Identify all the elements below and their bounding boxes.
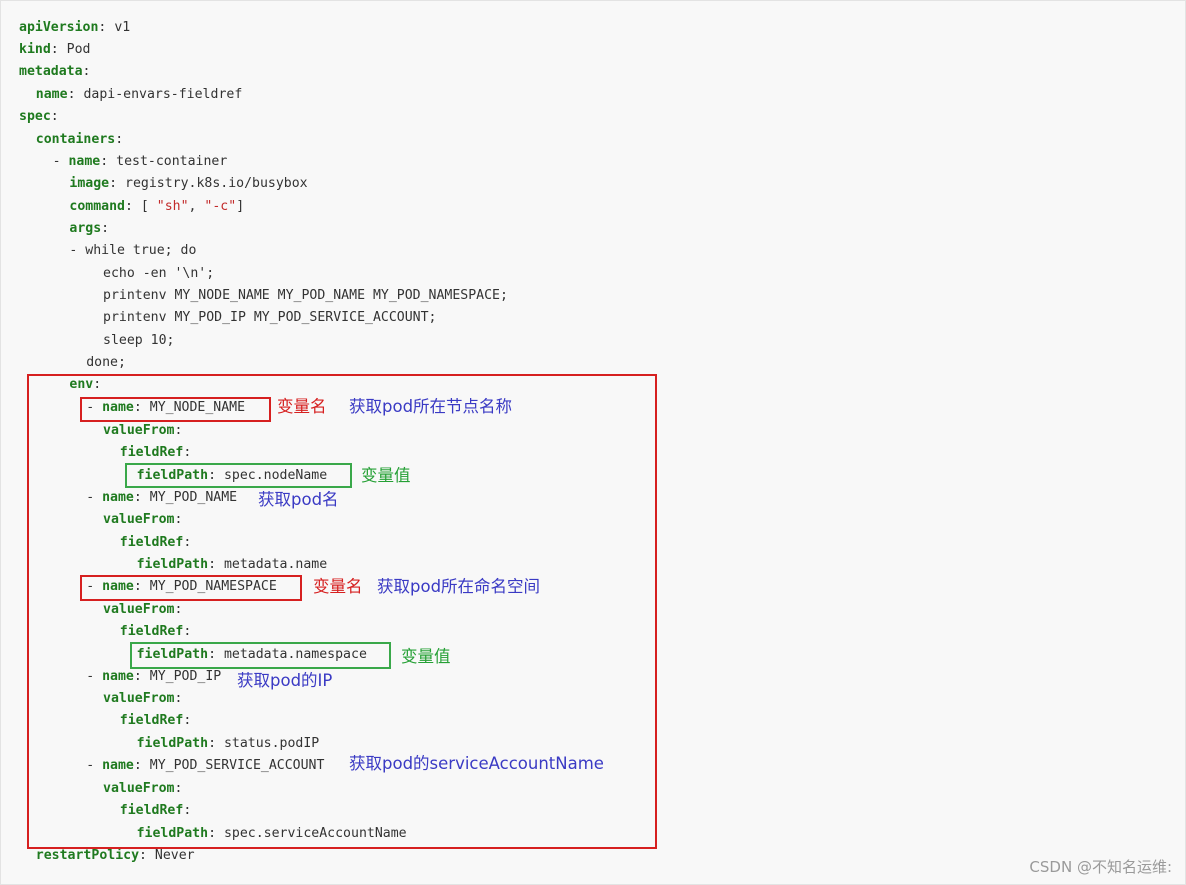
- code-line: sleep 10;: [103, 332, 174, 350]
- annotation-node-name-desc: 获取pod所在节点名称: [349, 397, 513, 416]
- code-line: printenv MY_POD_IP MY_POD_SERVICE_ACCOUN…: [103, 309, 436, 327]
- yaml-key: spec: [19, 109, 51, 124]
- yaml-key: args: [69, 221, 102, 236]
- yaml-key: name: [35, 87, 68, 102]
- yaml-colon: :: [139, 848, 147, 863]
- annotation-pod-ip-desc: 获取pod的IP: [237, 671, 333, 690]
- yaml-key: kind: [19, 42, 51, 57]
- yaml-key: restartPolicy: [35, 848, 140, 863]
- annotation-pod-name-desc: 获取pod名: [258, 490, 339, 509]
- code-line: spec:: [19, 108, 59, 126]
- code-line: - name: test-container: [53, 153, 228, 171]
- yaml-key: name: [68, 154, 101, 169]
- yaml-key: metadata: [19, 64, 83, 79]
- code-line: containers:: [36, 131, 123, 149]
- yaml-key: image: [69, 176, 110, 191]
- yaml-key: containers: [35, 132, 116, 147]
- code-block: apiVersion: v1 kind: Pod metadata: name: da…: [0, 0, 1186, 885]
- namespace-name-box: [80, 575, 302, 601]
- code-line: image: registry.k8s.io/busybox: [69, 175, 307, 193]
- yaml-value-part: "-c": [204, 199, 237, 214]
- annotation-service-account-desc: 获取pod的serviceAccountName: [349, 754, 604, 773]
- yaml-value-part: "sh": [156, 199, 189, 214]
- list-dash: -: [52, 154, 69, 169]
- yaml-key: apiVersion: [19, 20, 99, 35]
- yaml-colon: :: [115, 132, 124, 147]
- code-line: printenv MY_NODE_NAME MY_POD_NAME MY_POD…: [103, 287, 508, 305]
- code-line: args:: [69, 220, 109, 238]
- yaml-key: command: [69, 199, 125, 214]
- yaml-colon: :: [82, 64, 91, 79]
- yaml-colon: :: [50, 109, 59, 124]
- code-text: sleep 10;: [103, 333, 175, 348]
- node-fieldpath-box: [125, 463, 352, 488]
- code-line: echo -en '\n';: [103, 265, 214, 283]
- yaml-colon: :: [124, 199, 133, 214]
- yaml-colon: :: [67, 87, 76, 102]
- code-line: done;: [86, 354, 126, 372]
- yaml-colon: :: [109, 176, 118, 191]
- code-line: name: dapi-envars-fieldref: [36, 86, 242, 104]
- yaml-value-part: ,: [188, 199, 205, 214]
- yaml-value: test-container: [116, 154, 228, 169]
- yaml-colon: :: [101, 221, 110, 236]
- code-line: apiVersion: v1: [19, 19, 130, 37]
- code-text: - while true; do: [69, 243, 197, 258]
- node-name-box: [80, 397, 271, 422]
- yaml-value-part: [: [140, 199, 157, 214]
- yaml-colon: :: [50, 42, 59, 57]
- code-line: command: [ "sh", "-c"]: [69, 198, 244, 216]
- annotation-namespace-variable-name: 变量名: [313, 577, 363, 596]
- code-line: - while true; do: [69, 242, 196, 260]
- annotation-namespace-desc: 获取pod所在命名空间: [377, 577, 541, 596]
- env-section-box: [27, 374, 657, 849]
- annotation-namespace-variable-value: 变量值: [401, 647, 451, 666]
- yaml-value: v1: [114, 20, 131, 35]
- yaml-colon: :: [100, 154, 109, 169]
- code-text: printenv MY_NODE_NAME MY_POD_NAME MY_POD…: [103, 288, 508, 303]
- code-line: metadata:: [19, 63, 90, 81]
- watermark: CSDN @不知名运维:: [1029, 858, 1172, 876]
- annotation-variable-name: 变量名: [277, 397, 327, 416]
- yaml-colon: :: [98, 20, 107, 35]
- yaml-value: dapi-envars-fieldref: [83, 87, 243, 102]
- code-line: restartPolicy: Never: [36, 847, 195, 865]
- yaml-value: Never: [154, 848, 195, 863]
- code-line: kind: Pod: [19, 41, 91, 59]
- annotation-variable-value: 变量值: [361, 466, 411, 485]
- code-text: printenv MY_POD_IP MY_POD_SERVICE_ACCOUN…: [103, 310, 437, 325]
- yaml-value: Pod: [66, 42, 91, 57]
- code-text: done;: [86, 355, 126, 370]
- code-text: echo -en '\n';: [103, 266, 215, 281]
- namespace-fieldpath-box: [130, 642, 391, 669]
- yaml-value-part: ]: [236, 199, 245, 214]
- yaml-value: registry.k8s.io/busybox: [125, 176, 308, 191]
